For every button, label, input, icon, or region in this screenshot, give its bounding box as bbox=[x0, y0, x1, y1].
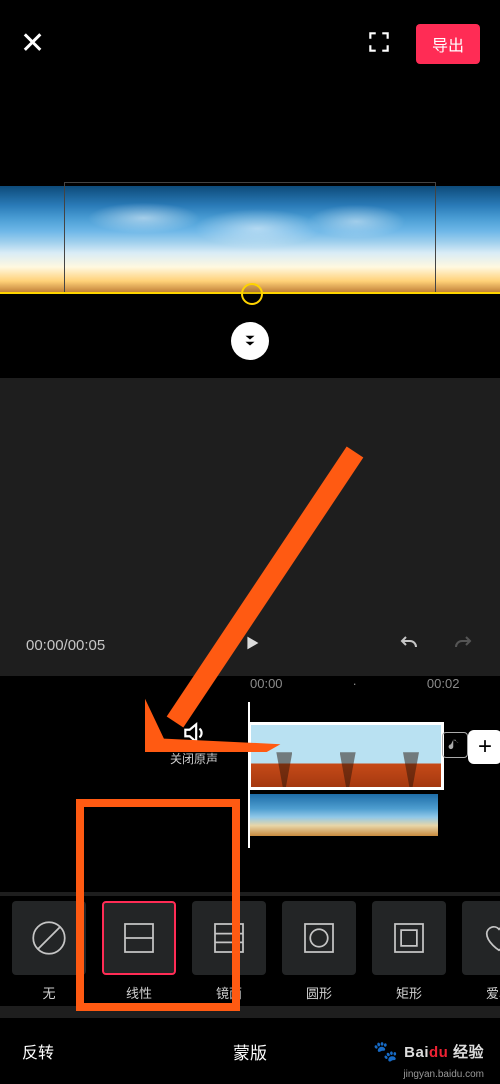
mask-label: 矩形 bbox=[396, 983, 422, 1002]
expand-down-button[interactable] bbox=[231, 322, 269, 360]
undo-button[interactable] bbox=[398, 633, 422, 657]
ruler-mark: 00:00 bbox=[250, 676, 283, 702]
preview-clip-cloud bbox=[60, 190, 440, 260]
mask-option-rect[interactable]: 矩形 bbox=[372, 901, 446, 1002]
mask-option-none[interactable]: 无 bbox=[12, 901, 86, 1002]
tiktok-icon[interactable] bbox=[442, 732, 468, 758]
play-button[interactable] bbox=[241, 632, 263, 658]
mask-option-mirror[interactable]: 镜面 bbox=[192, 901, 266, 1002]
mask-label: 线性 bbox=[126, 983, 152, 1002]
mask-handle[interactable] bbox=[241, 283, 263, 305]
top-right-group: 导出 bbox=[366, 24, 480, 64]
top-bar: ✕ 导出 bbox=[0, 0, 500, 88]
track-clip-1[interactable] bbox=[248, 722, 444, 790]
mask-label: 无 bbox=[42, 983, 55, 1002]
invert-button[interactable]: 反转 bbox=[22, 1039, 54, 1063]
close-icon[interactable]: ✕ bbox=[20, 29, 45, 59]
track-clip-2[interactable] bbox=[248, 794, 438, 836]
mask-label: 镜面 bbox=[216, 983, 242, 1002]
mask-option-circle[interactable]: 圆形 bbox=[282, 901, 356, 1002]
preview-panel bbox=[0, 88, 500, 378]
mute-label: 关闭原声 bbox=[170, 750, 218, 767]
fullscreen-icon[interactable] bbox=[366, 29, 392, 60]
redo-button[interactable] bbox=[450, 633, 474, 657]
ruler-mark: 00:02 bbox=[427, 676, 460, 702]
watermark-sub: jingyan.baidu.com bbox=[403, 1069, 484, 1080]
mask-option-heart[interactable]: 爱心 bbox=[462, 901, 500, 1002]
history-controls bbox=[398, 633, 474, 657]
panel-title: 蒙版 bbox=[233, 1039, 267, 1064]
mask-option-linear[interactable]: 线性 bbox=[102, 901, 176, 1002]
timeline-ruler: 00:00 · 00:02 · bbox=[0, 676, 500, 702]
time-display: 00:00/00:05 bbox=[26, 637, 105, 654]
mute-original-button[interactable]: 关闭原声 bbox=[170, 720, 218, 767]
playhead[interactable] bbox=[248, 702, 250, 848]
timeline-panel: 关闭原声 + bbox=[0, 702, 500, 892]
paw-icon: 🐾 bbox=[373, 1039, 398, 1064]
ruler-mark: · bbox=[353, 676, 357, 702]
mask-label: 圆形 bbox=[306, 983, 332, 1002]
add-clip-button[interactable]: + bbox=[468, 730, 500, 764]
transport-row: 00:00/00:05 bbox=[0, 620, 500, 670]
mask-label: 爱心 bbox=[486, 983, 500, 1002]
export-button[interactable]: 导出 bbox=[416, 24, 480, 64]
bottom-bar: 反转 蒙版 🐾 Baidu 经验 jingyan.baidu.com bbox=[0, 1018, 500, 1084]
watermark-logo: 🐾 Baidu 经验 bbox=[373, 1039, 484, 1064]
mask-options-strip: 无 线性 镜面 圆形 矩形 爱心 bbox=[0, 896, 500, 1006]
playback-controls bbox=[241, 632, 263, 658]
